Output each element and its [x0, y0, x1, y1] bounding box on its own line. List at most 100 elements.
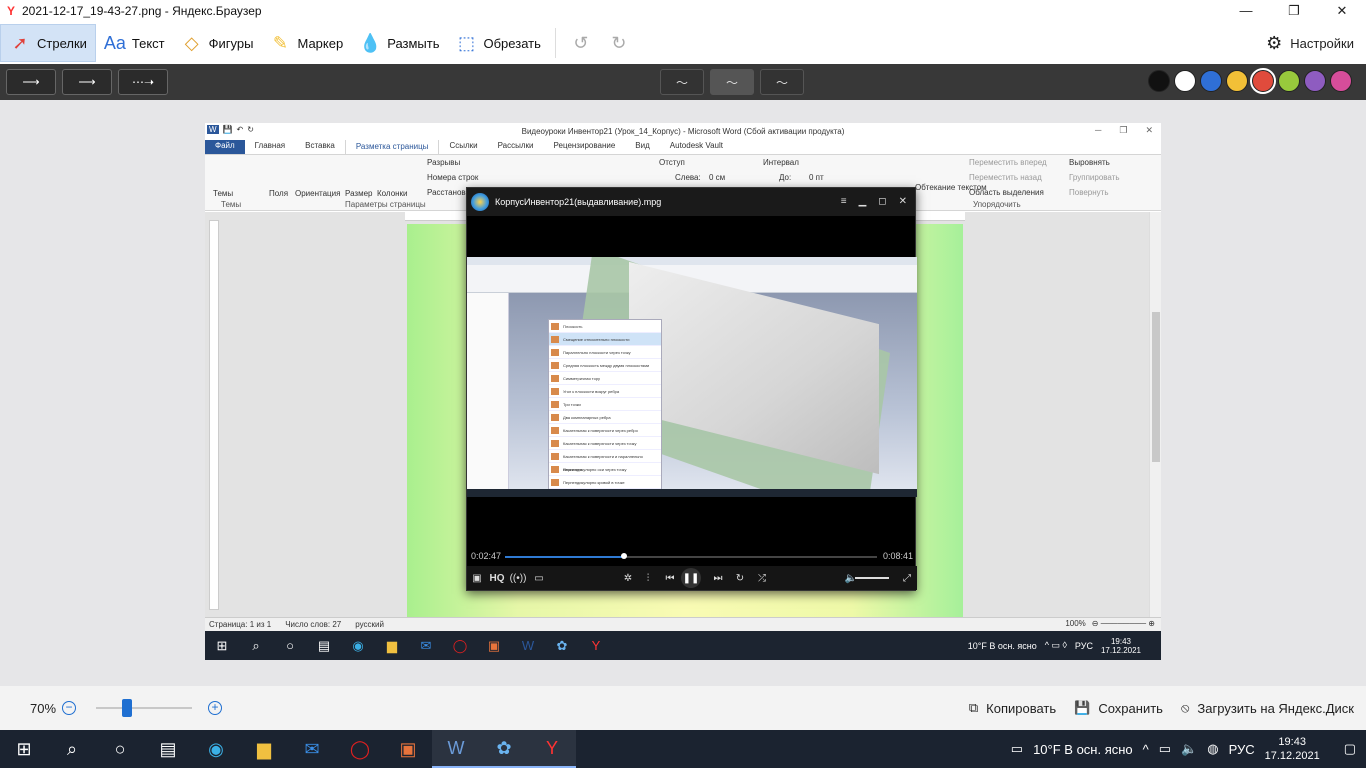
selection-pane-button[interactable]: Область выделения: [969, 188, 1044, 197]
themes-button[interactable]: Темы: [213, 189, 233, 198]
stroke-thick[interactable]: 〜: [760, 69, 804, 95]
save-button[interactable]: 💾 Сохранить: [1074, 700, 1163, 716]
scrollbar-thumb[interactable]: [1152, 312, 1160, 462]
opera-icon[interactable]: ◯: [336, 730, 384, 768]
word-minimize-button[interactable]: ─: [1095, 125, 1101, 136]
equalizer-icon[interactable]: ⫶: [637, 573, 659, 584]
spacing-before-input[interactable]: 0 пт: [809, 173, 824, 182]
tab-mailings[interactable]: Рассылки: [488, 139, 544, 154]
arrows-tool-button[interactable]: ➚ Стрелки: [0, 24, 96, 62]
player-maximize-button[interactable]: ◻: [878, 196, 886, 207]
edge-icon[interactable]: ◉: [192, 730, 240, 768]
color-swatch-purple[interactable]: [1304, 70, 1326, 92]
color-swatch-yellow[interactable]: [1226, 70, 1248, 92]
crop-tool-button[interactable]: ⬚ Обрезать: [448, 24, 549, 62]
fullscreen-icon[interactable]: ⤢: [903, 573, 911, 584]
yandex-browser-icon[interactable]: Y: [528, 730, 576, 768]
weather-icon[interactable]: ▭: [1011, 741, 1023, 757]
seek-track[interactable]: [505, 553, 877, 559]
seek-bar[interactable]: 0:02:47 0:08:41: [467, 549, 917, 563]
start-icon[interactable]: ⊞: [0, 730, 48, 768]
color-swatch-red[interactable]: [1250, 68, 1276, 94]
explorer-icon[interactable]: ▆: [240, 730, 288, 768]
text-tool-button[interactable]: Aa Текст: [96, 24, 173, 62]
color-swatch-black[interactable]: [1148, 70, 1170, 92]
language-indicator[interactable]: РУС: [1229, 742, 1255, 757]
arrow-style-straight[interactable]: ⟶: [6, 69, 56, 95]
line-numbers-button[interactable]: Номера строк: [427, 173, 478, 182]
size-button[interactable]: Размер: [345, 189, 373, 198]
subtitles-icon[interactable]: ▭: [529, 573, 549, 584]
tab-insert[interactable]: Вставка: [295, 139, 345, 154]
group-button[interactable]: Группировать: [1069, 173, 1120, 182]
maximize-button[interactable]: ❐: [1270, 0, 1318, 22]
search-icon[interactable]: ⌕: [48, 730, 96, 768]
cortana-icon[interactable]: ○: [96, 730, 144, 768]
rotate-button[interactable]: Повернуть: [1069, 188, 1109, 197]
undo-button[interactable]: ↺: [562, 24, 600, 62]
settings-icon[interactable]: ✲: [619, 573, 637, 584]
network-icon[interactable]: ▭: [1159, 741, 1171, 757]
tray-chevron-icon[interactable]: ^: [1143, 742, 1149, 757]
minimize-button[interactable]: —: [1222, 0, 1270, 22]
indent-left-input[interactable]: 0 см: [709, 173, 725, 182]
tab-file[interactable]: Файл: [205, 139, 245, 154]
color-swatch-green[interactable]: [1278, 70, 1300, 92]
clock[interactable]: 19:43 17.12.2021: [1265, 735, 1320, 763]
zoom-in-button[interactable]: +: [208, 701, 223, 715]
repeat-icon[interactable]: ↻: [729, 573, 751, 584]
shapes-tool-button[interactable]: ◇ Фигуры: [173, 24, 262, 62]
color-swatch-blue[interactable]: [1200, 70, 1222, 92]
tab-review[interactable]: Рецензирование: [544, 139, 626, 154]
zoom-out-button[interactable]: −: [62, 701, 77, 715]
word-zoom-slider[interactable]: ⊖ ──────── ⊕: [1092, 619, 1155, 628]
notifications-icon[interactable]: ▢: [1344, 741, 1356, 757]
hyphenation-button[interactable]: Расстанов: [427, 188, 466, 197]
undo-icon[interactable]: ↶: [237, 125, 244, 134]
previous-icon[interactable]: ⏮: [659, 573, 681, 584]
arrow-style-thin[interactable]: ⟶: [62, 69, 112, 95]
tab-home[interactable]: Главная: [245, 139, 295, 154]
weather-text[interactable]: 10°F В осн. ясно: [1033, 742, 1133, 757]
word-close-button[interactable]: ✕: [1145, 125, 1153, 136]
hq-toggle[interactable]: HQ: [487, 573, 507, 584]
settings-button[interactable]: ⚙ Настройки: [1266, 22, 1354, 64]
pause-button[interactable]: ❚❚: [681, 568, 701, 588]
color-swatch-white[interactable]: [1174, 70, 1196, 92]
tab-references[interactable]: Ссылки: [439, 139, 487, 154]
marker-tool-button[interactable]: ✎ Маркер: [261, 24, 351, 62]
close-button[interactable]: ✕: [1318, 0, 1366, 22]
margins-button[interactable]: Поля: [269, 189, 288, 198]
orientation-button[interactable]: Ориентация: [295, 189, 340, 198]
columns-button[interactable]: Колонки: [377, 189, 408, 198]
blur-tool-button[interactable]: 💧 Размыть: [351, 24, 447, 62]
bring-forward-button[interactable]: Переместить вперед: [969, 158, 1047, 167]
zoom-slider-knob[interactable]: [122, 699, 133, 717]
tab-page-layout[interactable]: Разметка страницы: [344, 139, 440, 154]
stroke-thin[interactable]: 〜: [660, 69, 704, 95]
volume-slider[interactable]: [855, 577, 889, 579]
save-icon[interactable]: 💾: [223, 125, 233, 134]
zoom-slider[interactable]: [96, 699, 193, 717]
paint-icon[interactable]: ▣: [384, 730, 432, 768]
copy-button[interactable]: ⧉ Копировать: [969, 700, 1056, 716]
broadcast-icon[interactable]: ((•)): [507, 573, 529, 584]
player-playlist-icon[interactable]: ≡: [841, 196, 847, 207]
tab-autodesk-vault[interactable]: Autodesk Vault: [660, 139, 733, 154]
globe-icon[interactable]: ◍: [1207, 741, 1218, 757]
vertical-scrollbar[interactable]: [1149, 212, 1161, 617]
upload-disk-button[interactable]: ⦸ Загрузить на Яндекс.Диск: [1181, 700, 1354, 716]
word-maximize-button[interactable]: ❐: [1119, 125, 1127, 136]
send-backward-button[interactable]: Переместить назад: [969, 173, 1042, 182]
redo-icon[interactable]: ↻: [247, 125, 254, 134]
player-icon[interactable]: ✿: [480, 730, 528, 768]
mail-icon[interactable]: ✉: [288, 730, 336, 768]
shuffle-icon[interactable]: ⤮: [751, 573, 773, 584]
player-close-button[interactable]: ✕: [899, 196, 907, 207]
volume-tray-icon[interactable]: 🔈: [1181, 741, 1197, 757]
player-minimize-button[interactable]: ▁: [859, 196, 867, 207]
tab-view[interactable]: Вид: [625, 139, 659, 154]
color-swatch-pink[interactable]: [1330, 70, 1352, 92]
task-view-icon[interactable]: ▤: [144, 730, 192, 768]
next-icon[interactable]: ⏭: [707, 573, 729, 584]
